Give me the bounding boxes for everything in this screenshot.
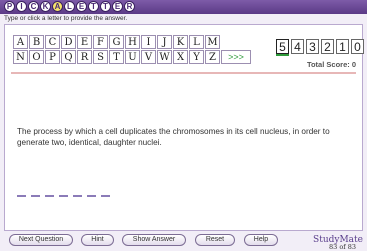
score-digit: 5: [276, 39, 289, 54]
score-digit: 0: [351, 39, 364, 54]
score-digit: 3: [306, 39, 319, 54]
score-digit: 2: [321, 39, 334, 54]
answer-blank: [73, 195, 82, 197]
letter-button[interactable]: V: [141, 50, 156, 64]
letter-button[interactable]: X: [173, 50, 188, 64]
question-text: The process by which a cell duplicates t…: [17, 127, 330, 147]
letter-button[interactable]: R: [77, 50, 92, 64]
reset-button[interactable]: Reset: [195, 234, 235, 246]
answer-blank: [45, 195, 54, 197]
score-digit: 1: [336, 39, 349, 54]
instruction-text: Type or click a letter to provide the an…: [4, 15, 128, 22]
next-question-button[interactable]: Next Question: [9, 234, 73, 246]
help-button[interactable]: Help: [244, 234, 278, 246]
score-digit: 4: [291, 39, 304, 54]
letter-button[interactable]: F: [93, 35, 108, 49]
hint-button[interactable]: Hint: [81, 234, 114, 246]
score-meter: 5 4 3 2 1 0: [276, 39, 364, 54]
letter-button[interactable]: S: [93, 50, 108, 64]
pick-a-letter-logo: P I C K A L E T T E R: [4, 1, 135, 13]
answer-blank: [59, 195, 68, 197]
game-panel: A B C D E F G H I J K L M N O P Q R S T …: [4, 24, 364, 251]
letter-button[interactable]: J: [157, 35, 172, 49]
letter-button[interactable]: Y: [189, 50, 204, 64]
show-answer-button[interactable]: Show Answer: [122, 234, 186, 246]
letter-button[interactable]: K: [173, 35, 188, 49]
answer-blank: [17, 195, 26, 197]
letter-button[interactable]: O: [29, 50, 44, 64]
letter-button[interactable]: N: [13, 50, 28, 64]
answer-blanks: [17, 195, 110, 197]
letter-button[interactable]: W: [157, 50, 172, 64]
answer-blank: [101, 195, 110, 197]
letter-button[interactable]: Z: [205, 50, 220, 64]
letter-button[interactable]: U: [125, 50, 140, 64]
app-window: P I C K A L E T T E R Type or click a le…: [0, 0, 367, 251]
divider: [11, 72, 356, 74]
letter-row-2: N O P Q R S T U V W X Y Z >>>: [13, 50, 251, 64]
toolbar: Next Question Hint Show Answer Reset Hel…: [0, 232, 367, 251]
studymate-logo: StudyMate: [313, 235, 363, 245]
letter-button[interactable]: I: [141, 35, 156, 49]
letter-button[interactable]: T: [109, 50, 124, 64]
header-bar: P I C K A L E T T E R: [0, 0, 367, 14]
more-letters-button[interactable]: >>>: [221, 50, 251, 64]
letter-button[interactable]: D: [61, 35, 76, 49]
letter-button[interactable]: L: [189, 35, 204, 49]
letter-button[interactable]: E: [77, 35, 92, 49]
letter-row-1: A B C D E F G H I J K L M: [13, 35, 251, 49]
answer-blank: [31, 195, 40, 197]
total-score-label: Total Score: 0: [306, 60, 356, 69]
letter-button[interactable]: A: [13, 35, 28, 49]
letter-button[interactable]: M: [205, 35, 220, 49]
letter-button[interactable]: G: [109, 35, 124, 49]
letter-grid: A B C D E F G H I J K L M N O P Q R S T …: [13, 35, 251, 65]
letter-button[interactable]: P: [45, 50, 60, 64]
letter-button[interactable]: C: [45, 35, 60, 49]
letter-button[interactable]: B: [29, 35, 44, 49]
letter-button[interactable]: Q: [61, 50, 76, 64]
letter-button[interactable]: H: [125, 35, 140, 49]
answer-blank: [87, 195, 96, 197]
